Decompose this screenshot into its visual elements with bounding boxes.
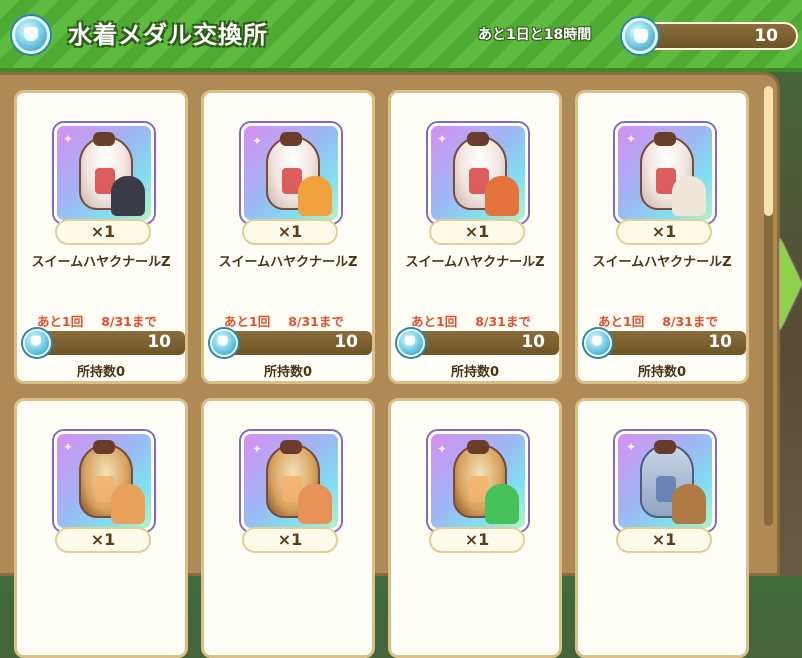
- item-quantity: ×1: [242, 527, 338, 553]
- character-icon: [298, 176, 332, 216]
- item-thumbnail: ✦✦: [615, 123, 715, 223]
- swimsuit-medal-icon: [622, 18, 658, 54]
- swimsuit-medal-icon: [584, 329, 612, 357]
- cost-value: 10: [708, 332, 732, 352]
- scroll-thumb[interactable]: [764, 86, 773, 216]
- page-title: 水着メダル交換所: [68, 21, 268, 49]
- character-icon: [111, 176, 145, 216]
- owned-count: 所持数0: [637, 365, 687, 380]
- exchange-limit: あと1回 8/31まで: [411, 314, 531, 329]
- time-remaining: あと1日と18時間: [478, 27, 592, 43]
- swimsuit-medal-icon: [12, 16, 50, 54]
- character-icon: [298, 484, 332, 524]
- item-thumbnail: ✦: [241, 431, 341, 531]
- cost-value: 10: [147, 332, 171, 352]
- item-quantity: ×1: [242, 219, 338, 245]
- item-name: スイームハヤクナールZ: [218, 255, 358, 270]
- exchange-item-card[interactable]: ✦ ×1: [575, 398, 749, 658]
- character-icon: [111, 484, 145, 524]
- item-quantity: ×1: [616, 527, 712, 553]
- owned-count: 所持数0: [450, 365, 500, 380]
- item-thumbnail: ✦: [428, 431, 528, 531]
- header-bar: 水着メダル交換所 あと1日と18時間 10: [0, 0, 802, 72]
- character-icon: [672, 176, 706, 216]
- item-name: スイームハヤクナールZ: [405, 255, 545, 270]
- item-thumbnail: ✦: [615, 431, 715, 531]
- item-name: スイームハヤクナールZ: [31, 255, 171, 270]
- item-quantity: ×1: [55, 527, 151, 553]
- item-quantity: ×1: [55, 219, 151, 245]
- exchange-item-card[interactable]: ✦ ×1: [14, 398, 188, 658]
- swimsuit-medal-icon: [397, 329, 425, 357]
- character-icon: [672, 484, 706, 524]
- swimsuit-medal-icon: [210, 329, 238, 357]
- exchange-limit: あと1回 8/31まで: [598, 314, 718, 329]
- exchange-item-card[interactable]: ✦ ×1: [201, 398, 375, 658]
- item-name: スイームハヤクナールZ: [592, 255, 732, 270]
- medal-balance: 10: [640, 22, 798, 50]
- exchange-limit: あと1回 8/31まで: [224, 314, 344, 329]
- item-thumbnail: ✦: [54, 431, 154, 531]
- item-quantity: ×1: [429, 527, 525, 553]
- owned-count: 所持数0: [76, 365, 126, 380]
- cost-bar: 10: [23, 329, 185, 357]
- scrollbar[interactable]: [764, 86, 773, 526]
- item-quantity: ×1: [429, 219, 525, 245]
- exchange-limit: あと1回 8/31まで: [37, 314, 157, 329]
- item-thumbnail: ✦✦: [428, 123, 528, 223]
- item-thumbnail: ✦✦: [241, 123, 341, 223]
- cost-bar: 10: [397, 329, 559, 357]
- chevron-right-icon[interactable]: [780, 238, 802, 330]
- cost-bar: 10: [210, 329, 372, 357]
- item-thumbnail: ✦✦: [54, 123, 154, 223]
- exchange-item-card[interactable]: ✦ ×1: [388, 398, 562, 658]
- character-icon: [485, 484, 519, 524]
- cost-bar: 10: [584, 329, 746, 357]
- cost-value: 10: [521, 332, 545, 352]
- cost-value: 10: [334, 332, 358, 352]
- character-icon: [485, 176, 519, 216]
- owned-count: 所持数0: [263, 365, 313, 380]
- exchange-item-card[interactable]: ✦✦ ×1 スイームハヤクナールZ あと1回8/31まで 10 所持数0: [388, 90, 562, 384]
- swimsuit-medal-icon: [23, 329, 51, 357]
- exchange-item-card[interactable]: ✦✦ ×1 スイームハヤクナールZ あと1回8/31まで 10 所持数0: [14, 90, 188, 384]
- item-quantity: ×1: [616, 219, 712, 245]
- medal-balance-value: 10: [754, 26, 778, 46]
- exchange-item-card[interactable]: ✦✦ ×1 スイームハヤクナールZ あと1回8/31まで 10 所持数0: [575, 90, 749, 384]
- exchange-item-card[interactable]: ✦✦ ×1 スイームハヤクナールZ あと1回8/31まで 10 所持数0: [201, 90, 375, 384]
